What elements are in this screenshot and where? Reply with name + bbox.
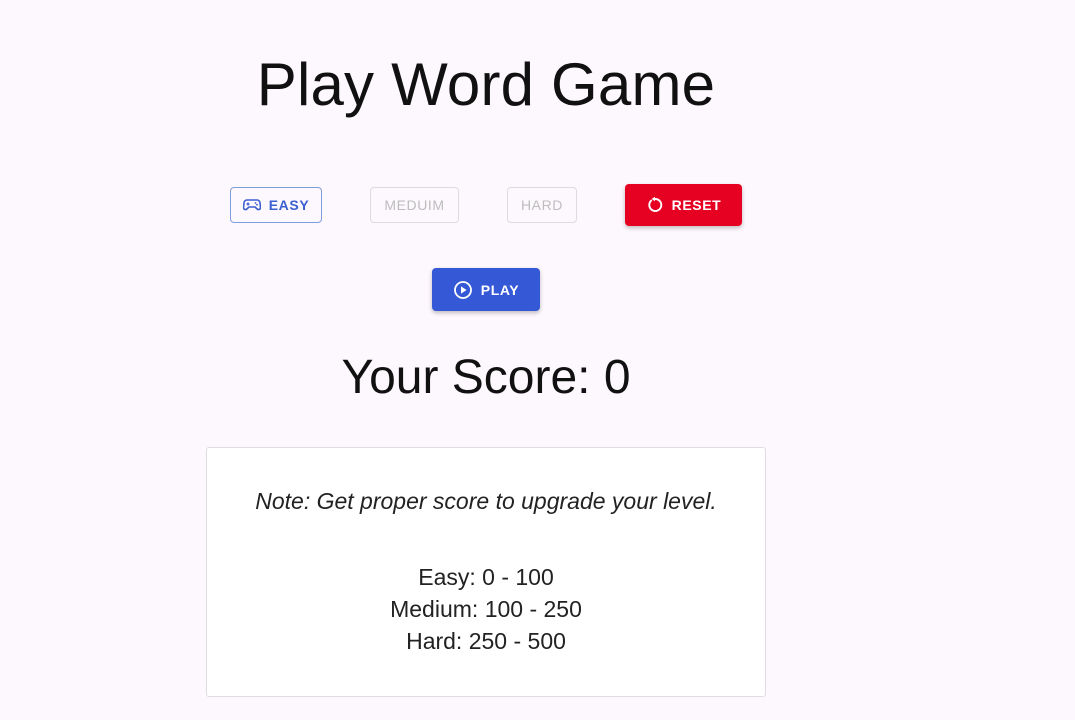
score-display: Your Score: 0 <box>341 351 631 404</box>
level-range-medium: Medium: 100 - 250 <box>390 596 582 622</box>
gamepad-icon <box>242 198 261 212</box>
easy-level-button[interactable]: EASY <box>230 187 322 223</box>
medium-level-label: MEDUIM <box>384 197 445 213</box>
play-button[interactable]: PLAY <box>432 268 540 311</box>
page-title: Play Word Game <box>256 51 716 118</box>
play-circle-icon <box>453 280 473 300</box>
page: Play Word Game EASY MEDUIM HARD RESET PL… <box>0 0 1075 720</box>
reset-label: RESET <box>671 197 722 213</box>
note-card: Note: Get proper score to upgrade your l… <box>206 447 766 697</box>
hard-level-label: HARD <box>520 197 564 213</box>
level-range-easy: Easy: 0 - 100 <box>418 564 554 590</box>
reset-button[interactable]: RESET <box>625 184 742 226</box>
play-label: PLAY <box>480 281 520 298</box>
hard-level-button[interactable]: HARD <box>507 187 577 223</box>
note-text: Note: Get proper score to upgrade your l… <box>255 488 717 514</box>
level-range-hard: Hard: 250 - 500 <box>406 628 566 654</box>
level-ranges: Easy: 0 - 100 Medium: 100 - 250 Hard: 25… <box>207 561 765 657</box>
reset-icon <box>646 196 664 214</box>
easy-level-label: EASY <box>268 197 310 213</box>
medium-level-button[interactable]: MEDUIM <box>370 187 459 223</box>
